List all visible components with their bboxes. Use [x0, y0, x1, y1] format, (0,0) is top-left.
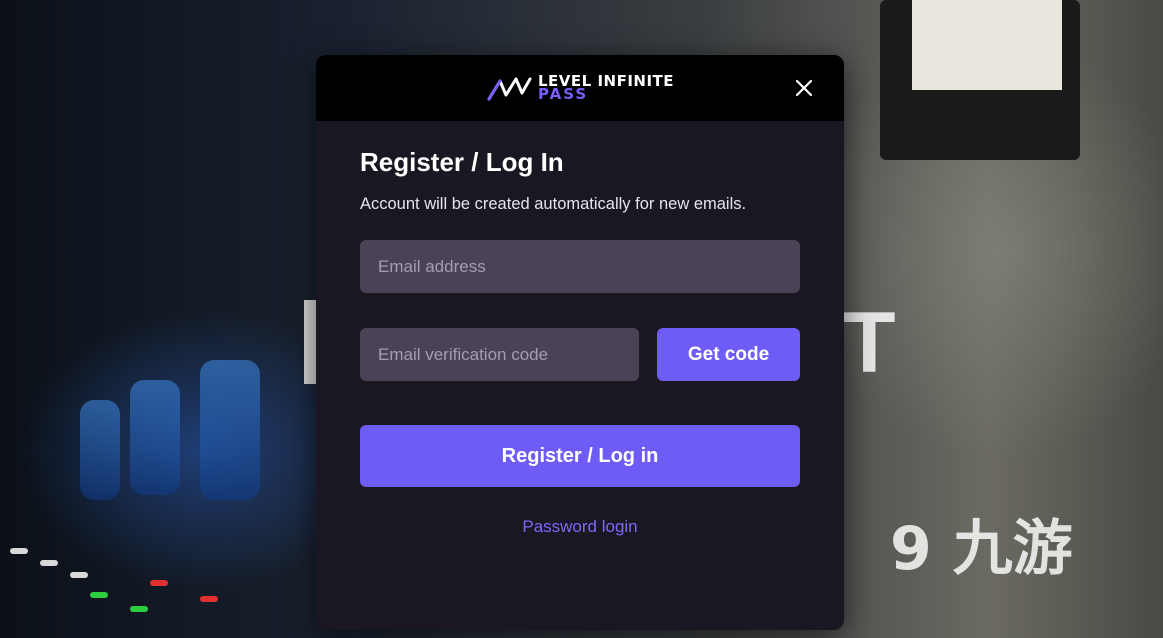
- brand-line2: PASS: [538, 85, 589, 103]
- close-button[interactable]: [792, 76, 816, 100]
- modal-title: Register / Log In: [360, 147, 564, 177]
- level-infinite-logo-icon: [487, 77, 532, 101]
- verification-code-input[interactable]: [360, 328, 639, 381]
- background-panel-light: [200, 360, 260, 500]
- level-infinite-pass-logo: LEVEL INFINITE PASS: [486, 73, 674, 103]
- modal-header: LEVEL INFINITE PASS: [316, 55, 844, 121]
- background-panel-light: [80, 400, 120, 500]
- get-code-button[interactable]: Get code: [657, 328, 800, 381]
- close-icon: [795, 79, 813, 97]
- email-input[interactable]: [360, 240, 800, 293]
- login-modal: LEVEL INFINITE PASS Register / Log In Ac…: [316, 55, 844, 630]
- password-login-link[interactable]: Password login: [316, 517, 844, 537]
- background-gauge-face: [912, 0, 1062, 90]
- watermark-logo: 9 九游: [890, 514, 1073, 584]
- background-panel-light: [130, 380, 180, 495]
- modal-subtitle: Account will be created automatically fo…: [360, 195, 747, 213]
- register-login-button[interactable]: Register / Log in: [360, 425, 800, 487]
- background-letter-right: T: [843, 295, 896, 391]
